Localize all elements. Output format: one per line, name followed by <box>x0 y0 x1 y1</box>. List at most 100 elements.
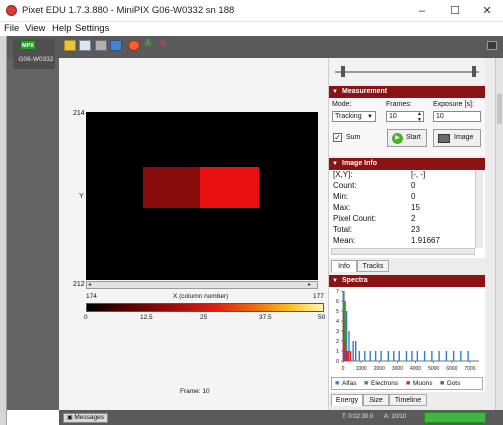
scale-tick-4: 50 <box>318 314 326 321</box>
measurement-header[interactable]: Measurement <box>329 86 485 98</box>
menu-settings[interactable]: Settings <box>75 23 109 34</box>
panel-toggle-icon[interactable] <box>487 41 497 50</box>
spectrum-bar-alfas <box>431 351 433 361</box>
title-bar: Pixet EDU 1.7.3.880 - MiniPIX G06-W0332 … <box>0 0 503 22</box>
slider-max-handle[interactable] <box>472 66 476 77</box>
mask-icon[interactable]: ≚ <box>158 40 168 51</box>
start-button[interactable]: ▶ Start <box>387 129 427 147</box>
tab-energy[interactable]: Energy <box>331 394 363 406</box>
pixel-low <box>143 167 200 208</box>
right-panel: Measurement Mode: Tracking ▼ Frames: 10 … <box>329 58 495 410</box>
scale-tick-1: 12.5 <box>140 314 153 321</box>
x-axis-label: X (column number) <box>173 293 229 300</box>
spectrum-bar-alfas <box>423 351 426 361</box>
spectrum-bar-alfas <box>387 351 390 361</box>
spectrum-bar-alfas <box>460 351 462 361</box>
menu-help[interactable]: Help <box>52 23 72 34</box>
status-count: A: 10/10 <box>384 414 407 420</box>
y-axis-bottom-label: 212 <box>73 281 85 288</box>
info-h-scrollbar[interactable] <box>331 248 475 255</box>
spectrum-bar-alfas <box>369 351 371 361</box>
legend-electrons-icon: ■ <box>364 380 369 387</box>
spectrum-bar-alfas <box>467 351 469 361</box>
y-tick-label: 0 <box>336 359 339 365</box>
filter-icon[interactable]: ≚ <box>143 40 153 51</box>
x-tick-label: 4000 <box>410 366 421 372</box>
refresh-icon[interactable] <box>110 40 122 51</box>
spectrum-bar-alfas <box>405 351 408 361</box>
progress-bar <box>424 412 486 423</box>
tab-info[interactable]: Info <box>331 260 357 272</box>
device-badge: MPX <box>20 40 36 50</box>
scroll-left-icon[interactable]: ◂ <box>88 282 96 288</box>
exposure-input[interactable]: 10 <box>433 111 481 122</box>
image-button[interactable]: Image <box>433 129 481 147</box>
mode-select[interactable]: Tracking ▼ <box>332 111 376 122</box>
tab-size[interactable]: Size <box>363 394 389 406</box>
spectrum-bar-alfas <box>364 351 366 361</box>
x-tick-label: 7000 <box>464 366 475 372</box>
spectrum-bar-alfas <box>398 351 400 361</box>
slider-min-handle[interactable] <box>341 66 345 77</box>
frame-label: Frame: 10 <box>180 388 210 395</box>
frames-value: 10 <box>389 113 397 120</box>
grid-icon[interactable] <box>95 40 107 51</box>
start-label: Start <box>406 134 421 141</box>
spectra-header[interactable]: Spectra <box>329 275 485 287</box>
close-button[interactable]: ✕ <box>472 2 502 20</box>
x-axis-left-label: 174 <box>86 293 97 300</box>
spectrum-bar-dots <box>343 351 345 361</box>
y-tick-label: 4 <box>336 319 339 325</box>
spectrum-bar-alfas <box>354 341 357 361</box>
status-timer: T: 0:02:30.0 <box>342 414 374 420</box>
image-info-header[interactable]: Image Info <box>329 158 485 170</box>
spectrum-bar-muons <box>349 351 352 361</box>
device-item[interactable]: MPX G06-W0332 <box>13 39 55 69</box>
menu-view[interactable]: View <box>25 23 45 34</box>
exposure-value: 10 <box>436 113 444 120</box>
measurement-panel: Mode: Tracking ▼ Frames: 10 ▲ ▼ Exposure … <box>329 98 485 156</box>
maximize-button[interactable]: ☐ <box>440 2 470 20</box>
spectrum-bar-alfas <box>393 351 395 361</box>
sum-checkbox[interactable]: ✓ <box>333 133 342 142</box>
info-row-xy: [X,Y]: [-, -] <box>333 170 426 179</box>
scroll-right-icon[interactable]: ▸ <box>308 282 316 288</box>
minimize-button[interactable]: – <box>407 2 437 20</box>
legend-dots-icon: ■ <box>440 380 445 387</box>
right-scroll-thumb[interactable] <box>497 94 502 124</box>
sum-label: Sum <box>346 134 361 141</box>
frames-stepper-icon[interactable]: ▲ ▼ <box>417 111 422 123</box>
frames-input[interactable]: 10 ▲ ▼ <box>386 111 424 123</box>
device-sidebar <box>7 58 59 410</box>
color-wheel-icon[interactable] <box>128 40 140 51</box>
info-row-pixel-count: Pixel Count: 2 <box>333 214 416 223</box>
device-name: G06-W0332 <box>18 56 54 63</box>
spectra-panel: 0 1 2 3 4 5 6 7 0 1000 2000 3000 4000 5000 6000 7000 ■ … <box>329 287 485 392</box>
image-h-scrollbar[interactable]: ◂ ▸ <box>86 281 318 289</box>
messages-button[interactable]: ▣ Messages <box>63 413 108 423</box>
spectrum-bar-alfas <box>380 351 382 361</box>
spectra-chart[interactable]: 0 1 2 3 4 5 6 7 0 1000 2000 3000 4000 5000 6000 7000 <box>329 287 485 377</box>
x-axis-right-label: 177 <box>313 293 324 300</box>
x-tick-label: 0 <box>342 366 345 372</box>
messages-label: Messages <box>74 414 104 421</box>
tab-timeline[interactable]: Timeline <box>389 394 427 406</box>
app-icon <box>6 5 17 16</box>
y-tick-label: 2 <box>336 339 339 345</box>
legend-alfas: Alfas <box>342 380 357 387</box>
spectrum-bar-muons <box>347 351 350 361</box>
info-v-scrollbar[interactable] <box>475 170 483 248</box>
y-axis-label: Y <box>79 193 84 200</box>
right-panel-scrollbar[interactable] <box>495 58 503 410</box>
status-bar: ▣ Messages T: 0:02:30.0 A: 10/10 <box>59 410 503 425</box>
open-folder-icon[interactable] <box>64 40 76 51</box>
save-icon[interactable] <box>79 40 91 51</box>
y-tick-label: 6 <box>336 299 339 305</box>
pixel-high <box>200 167 259 208</box>
spectrum-bar-alfas <box>445 351 448 361</box>
tab-tracks[interactable]: Tracks <box>357 260 389 272</box>
legend-alfas-icon: ■ <box>335 380 340 387</box>
detector-image[interactable] <box>86 112 318 280</box>
scale-tick-2: 25 <box>200 314 208 321</box>
menu-file[interactable]: File <box>4 23 19 34</box>
